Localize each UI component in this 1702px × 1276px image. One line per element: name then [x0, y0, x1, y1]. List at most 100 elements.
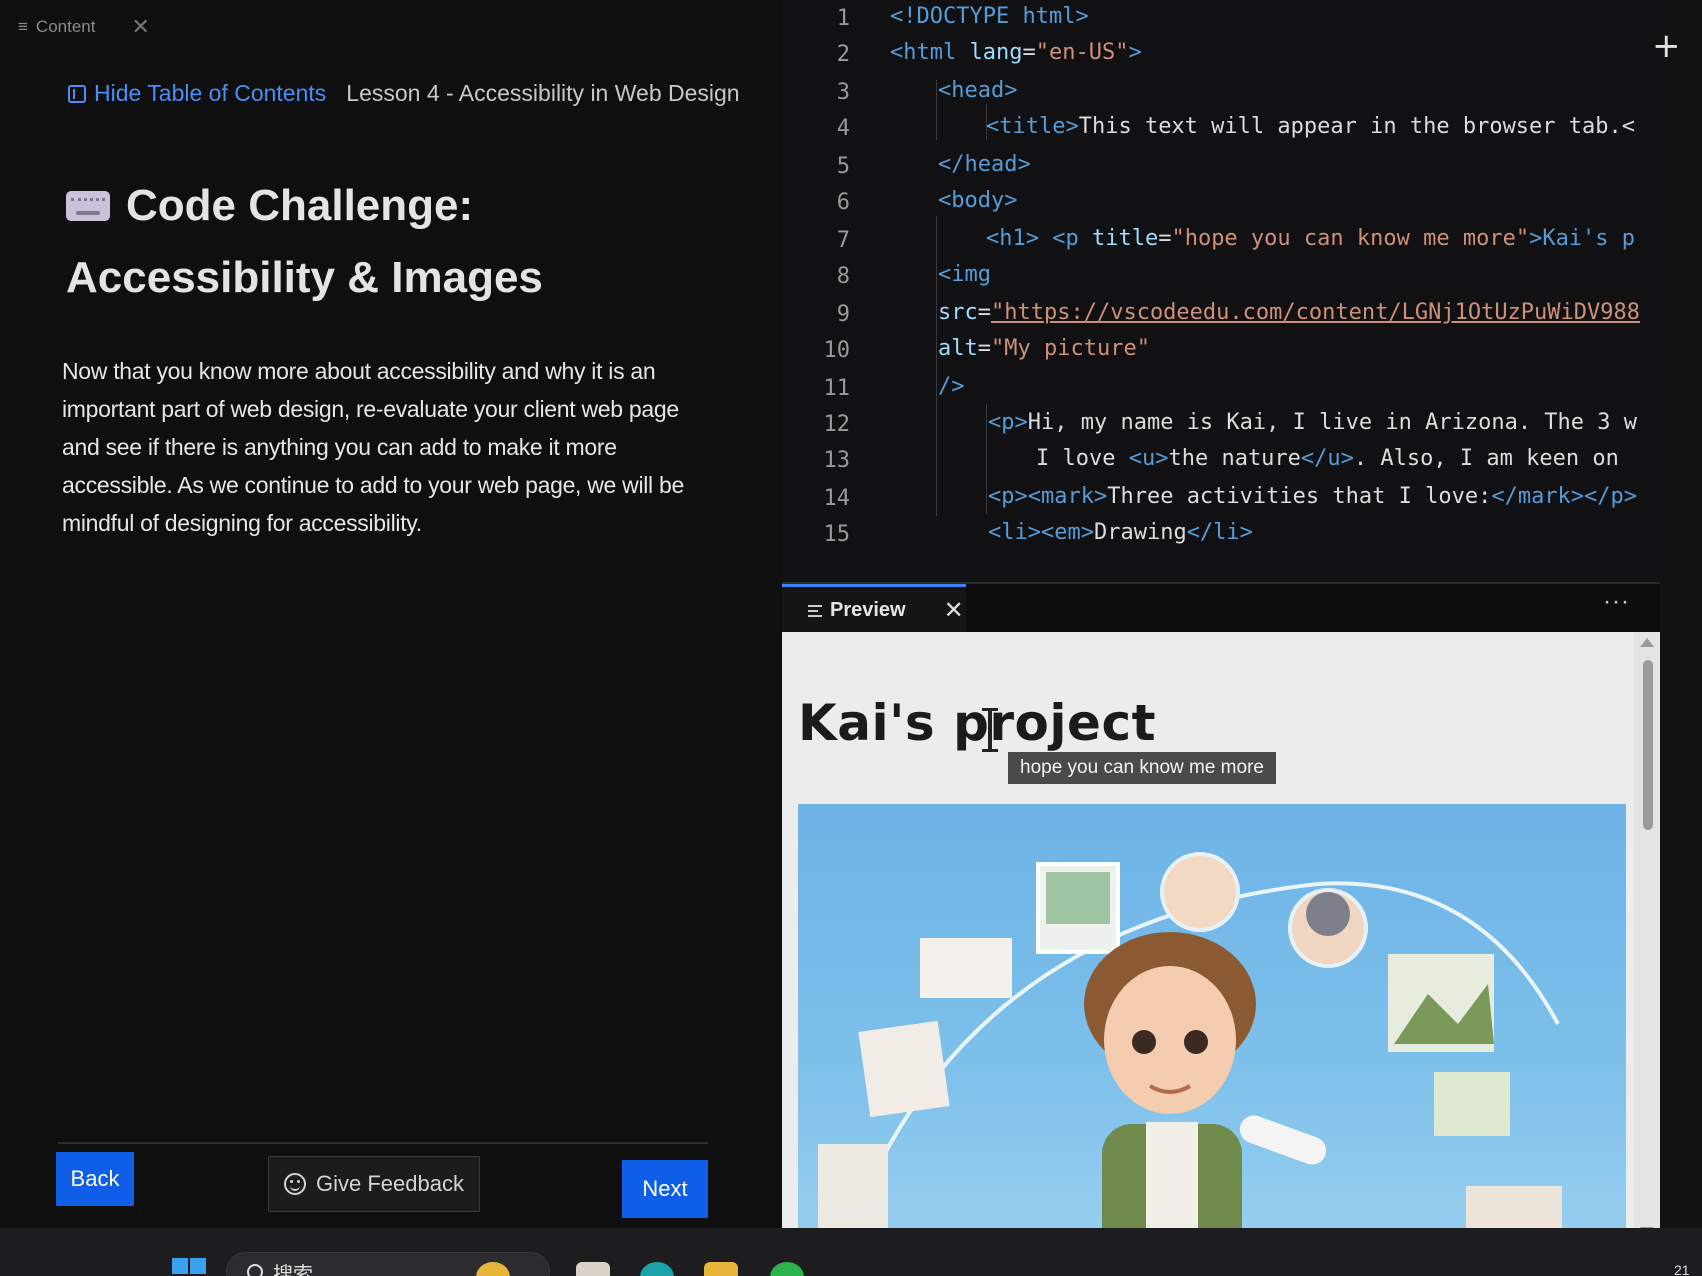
code-token: </u> [1300, 446, 1354, 471]
code-line[interactable]: <p>Hi, my name is Kai, I live in Arizona… [988, 410, 1637, 435]
code-token: /> [938, 374, 965, 399]
code-token: <u> [1128, 446, 1169, 471]
code-token: </head> [938, 152, 1031, 177]
code-token: <html [890, 40, 970, 65]
code-token: <head> [938, 78, 1018, 103]
code-line[interactable]: <h1> <p title="hope you can know me more… [986, 226, 1635, 251]
give-feedback-button[interactable]: Give Feedback [268, 1156, 480, 1212]
folder-icon[interactable] [704, 1262, 738, 1276]
line-number: 1 [836, 6, 850, 31]
code-area[interactable]: <!DOCTYPE html> <html lang="en-US"> <head>… [890, 0, 1660, 582]
preview-frame: Kai's project hope you can know me more [782, 632, 1634, 1242]
code-token: src [938, 300, 978, 325]
scrollbar-thumb[interactable] [1643, 660, 1653, 830]
code-line[interactable]: <img [938, 262, 991, 287]
code-token: = [1158, 226, 1172, 251]
code-token: <title> [986, 114, 1079, 139]
code-token: DOCTYPE html [916, 4, 1076, 29]
next-button[interactable]: Next [622, 1160, 708, 1218]
code-token: "My picture" [991, 336, 1150, 361]
keyboard-icon [66, 191, 110, 221]
code-line[interactable]: </head> [938, 152, 1031, 177]
preview-tab-bar: Preview ✕ ··· [782, 582, 1660, 634]
code-token: <p><mark> [988, 484, 1108, 509]
code-token: = [977, 336, 991, 361]
indent-guide [936, 216, 937, 516]
sidebar-toggle-icon [68, 84, 86, 103]
code-line[interactable]: <head> [938, 78, 1017, 103]
search-icon [247, 1264, 263, 1276]
line-number: 3 [836, 80, 850, 105]
scroll-up-icon[interactable] [1640, 638, 1654, 647]
hide-toc-label: Hide Table of Contents [94, 80, 327, 106]
line-number: 5 [836, 154, 850, 179]
content-tab-label: Content [35, 17, 96, 36]
code-token: the nature [1168, 446, 1301, 471]
line-number: 2 [836, 42, 850, 67]
window-edge [1660, 0, 1702, 1228]
challenge-description: Now that you know more about accessibili… [62, 358, 684, 536]
preview-tab-label: Preview [830, 599, 906, 621]
page-title: Kai's project [798, 694, 1156, 752]
code-line[interactable]: <li><em>Drawing</li> [988, 520, 1253, 545]
code-token: title [1091, 226, 1159, 251]
indent-guide [986, 404, 987, 514]
content-tab[interactable]: ≡ Content ✕ [18, 14, 150, 40]
footer-divider [58, 1142, 708, 1144]
code-token: <! [890, 4, 917, 29]
menu-lines-icon: ≡ [18, 17, 28, 36]
code-token: "en-US" [1035, 40, 1129, 65]
code-line[interactable]: src="https://vscodeedu.com/content/LGNj1… [938, 300, 1640, 325]
clock: 21 [1674, 1262, 1690, 1276]
code-token: >Kai's p [1529, 226, 1636, 251]
chat-app-icon[interactable] [770, 1262, 804, 1276]
windows-start-icon[interactable] [172, 1258, 206, 1276]
code-line[interactable]: <html lang="en-US"> [890, 40, 1142, 65]
tab-preview[interactable]: Preview ✕ [782, 584, 966, 634]
close-icon[interactable]: ✕ [944, 596, 964, 625]
code-editor[interactable]: 1 2 3 4 5 6 7 8 9 10 11 12 13 14 15 <!DOCTYPE html> <ht… [782, 0, 1660, 582]
code-token: "hope you can know me more" [1171, 226, 1530, 251]
hide-toc-link[interactable]: Hide Table of Contents [68, 80, 326, 107]
code-token: = [977, 300, 991, 325]
code-line[interactable]: <title>This text will appear in the brow… [986, 114, 1635, 139]
preview-lines-icon [808, 604, 822, 617]
code-token: </li> [1186, 520, 1253, 545]
plus-icon[interactable]: + [1652, 26, 1681, 66]
indent-guide [936, 80, 937, 140]
more-icon[interactable]: ··· [1603, 588, 1630, 616]
code-token: Drawing [1093, 520, 1187, 545]
give-feedback-label: Give Feedback [316, 1171, 464, 1196]
challenge-subtitle: Accessibility & Images [66, 253, 543, 302]
taskbar-search-text: 搜索 [273, 1263, 313, 1276]
code-line[interactable]: /> [938, 374, 965, 399]
code-line[interactable]: <body> [938, 188, 1017, 213]
back-button[interactable]: Back [56, 1152, 134, 1206]
line-number: 7 [836, 228, 850, 253]
code-token: </mark></p> [1491, 484, 1638, 509]
file-app-icon[interactable] [576, 1262, 610, 1276]
challenge-heading: Code Challenge: Accessibility & Images [66, 170, 543, 314]
title-tooltip: hope you can know me more [1008, 752, 1276, 784]
profile-picture [798, 804, 1626, 1242]
code-token: This text will appear in the browser tab… [1078, 114, 1636, 139]
breadcrumb: Hide Table of Contents Lesson 4 - Access… [68, 80, 740, 107]
close-icon[interactable]: ✕ [131, 14, 149, 40]
code-line[interactable]: I love <u>the nature</u>. Also, I am kee… [1036, 446, 1619, 471]
line-number: 12 [823, 412, 851, 437]
smiley-icon [284, 1173, 307, 1195]
line-number: 8 [836, 264, 850, 289]
code-line[interactable]: <!DOCTYPE html> [890, 4, 1089, 29]
code-token: Hi, my name is Kai, I live in Arizona. T… [1027, 410, 1638, 435]
line-number: 4 [836, 116, 850, 141]
code-token: <li><em> [988, 520, 1094, 545]
code-token: <body> [938, 188, 1018, 213]
code-line[interactable]: <p><mark>Three activities that I love:</… [988, 484, 1637, 509]
code-token: = [1022, 40, 1036, 65]
code-token: <img [938, 262, 991, 287]
preview-scrollbar[interactable] [1634, 632, 1660, 1242]
code-token: Three activities that I love: [1107, 484, 1492, 509]
browser-icon[interactable] [640, 1262, 674, 1276]
code-line[interactable]: alt="My picture" [938, 336, 1150, 361]
code-token: lang [969, 40, 1023, 65]
